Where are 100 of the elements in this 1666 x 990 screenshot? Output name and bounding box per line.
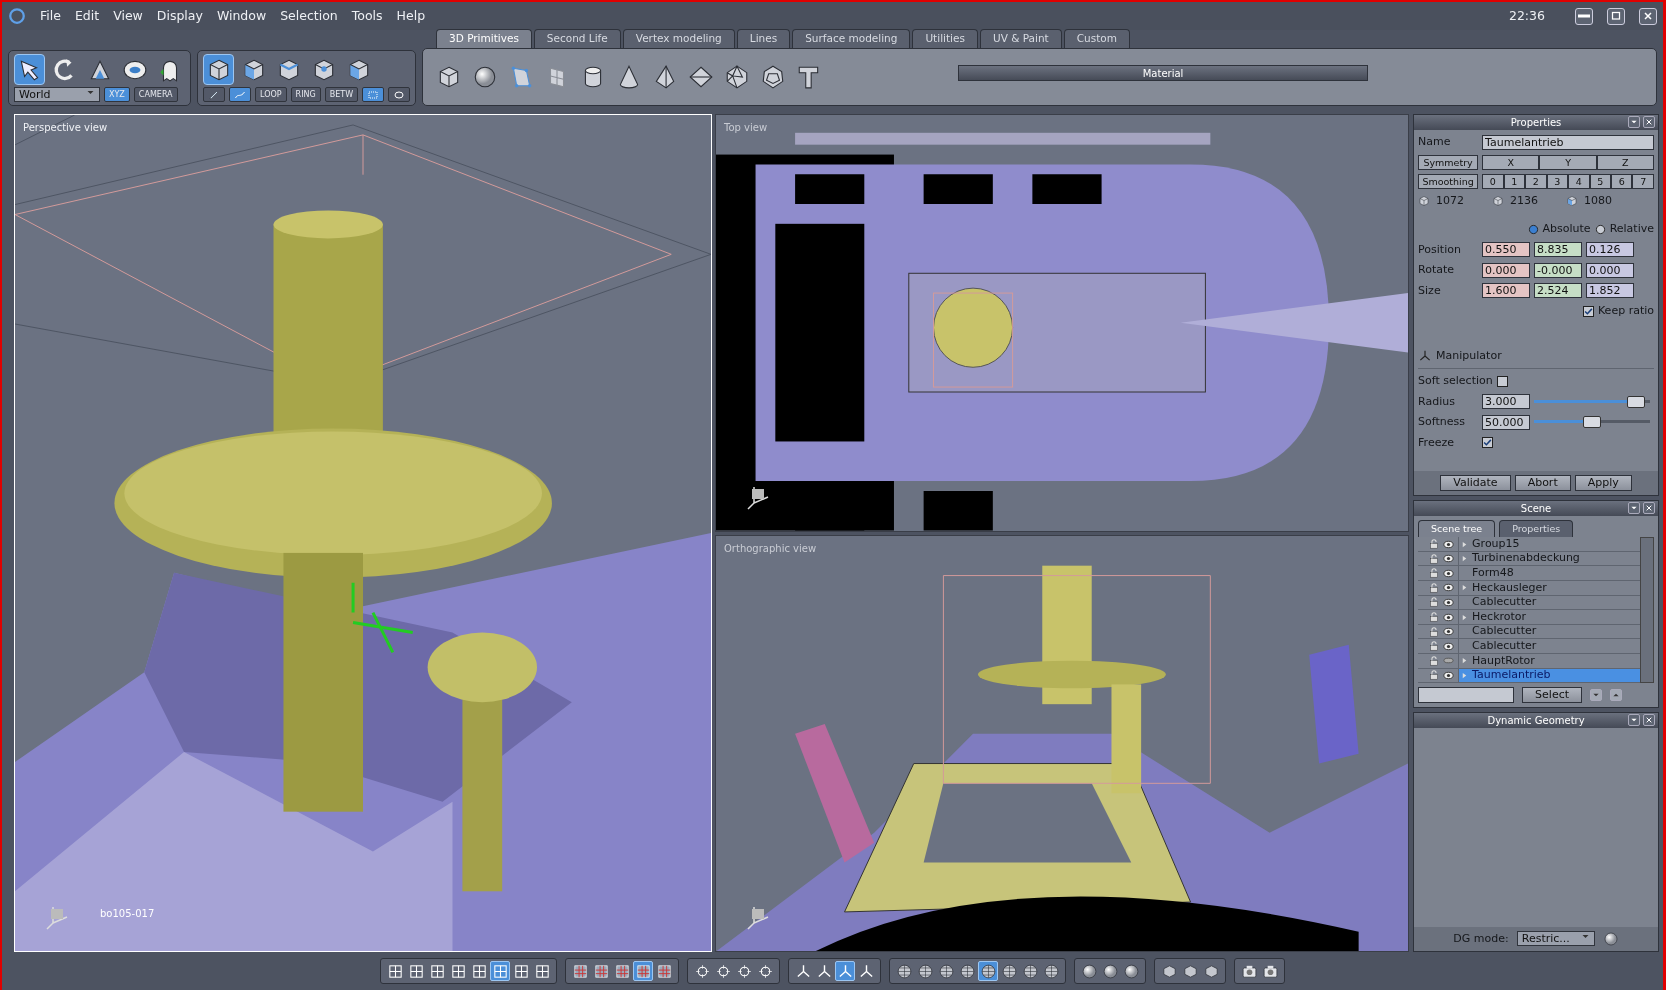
- scrollbar[interactable]: [1640, 537, 1654, 684]
- expand-arrow-icon[interactable]: [1461, 583, 1469, 593]
- lock-icon[interactable]: [1429, 568, 1440, 579]
- axis-button[interactable]: X: [1482, 154, 1540, 170]
- number-field[interactable]: 2.524: [1534, 283, 1583, 299]
- panel-tab[interactable]: Properties: [1499, 520, 1574, 538]
- number-field[interactable]: 3.000: [1482, 394, 1531, 410]
- maximize-button[interactable]: [1607, 7, 1625, 25]
- logo-icon[interactable]: [8, 7, 26, 25]
- action-button[interactable]: Abort: [1514, 475, 1571, 491]
- lock-icon[interactable]: [1429, 655, 1440, 666]
- number-field[interactable]: 0.126: [1586, 242, 1635, 258]
- eye-icon[interactable]: [1443, 640, 1455, 652]
- tree-row[interactable]: Heckrotor: [1418, 610, 1640, 625]
- eye-icon[interactable]: [1443, 611, 1455, 623]
- toolbar-tab[interactable]: Utilities: [912, 29, 978, 48]
- view-button[interactable]: [915, 961, 935, 981]
- number-field[interactable]: -0.000: [1534, 262, 1583, 278]
- close-button[interactable]: [1639, 7, 1657, 25]
- slider-thumb[interactable]: [1627, 395, 1646, 408]
- toolbar-tab[interactable]: UV & Paint: [979, 29, 1062, 48]
- expand-arrow-icon[interactable]: [1461, 539, 1469, 549]
- menu-item[interactable]: Edit: [74, 6, 100, 26]
- view-button[interactable]: [835, 961, 855, 981]
- view-button[interactable]: [490, 961, 510, 981]
- mode-button[interactable]: [362, 87, 385, 102]
- eye-icon[interactable]: [1443, 596, 1455, 608]
- lock-icon[interactable]: [1429, 670, 1440, 681]
- close-button[interactable]: [1643, 714, 1655, 727]
- collapse-button[interactable]: [1628, 502, 1640, 514]
- eye-icon[interactable]: [1443, 553, 1455, 565]
- menu-item[interactable]: Selection: [280, 6, 338, 26]
- eye-icon[interactable]: [1443, 626, 1455, 638]
- view-button[interactable]: [978, 961, 998, 981]
- tree-row[interactable]: Cablecutter: [1418, 624, 1640, 640]
- menu-item[interactable]: View: [113, 6, 143, 26]
- toolbar-tab[interactable]: Custom: [1063, 29, 1130, 48]
- collapse-button[interactable]: [1628, 714, 1640, 727]
- lock-icon[interactable]: [1429, 553, 1440, 564]
- view-button[interactable]: [894, 961, 914, 981]
- eye-icon[interactable]: [1443, 567, 1455, 579]
- axis-button[interactable]: Z: [1596, 154, 1654, 170]
- smoothing-level-button[interactable]: 4: [1568, 173, 1590, 189]
- number-field[interactable]: 0.550: [1482, 242, 1531, 258]
- number-field[interactable]: 0.000: [1586, 262, 1635, 278]
- tree-row[interactable]: Heckausleger: [1418, 581, 1640, 596]
- panel-tab[interactable]: Scene tree: [1418, 520, 1496, 538]
- radio-button[interactable]: [1594, 223, 1606, 235]
- select-button[interactable]: Select: [1522, 687, 1582, 704]
- number-field[interactable]: 8.835: [1534, 242, 1583, 258]
- minimize-button[interactable]: [1575, 7, 1593, 25]
- lock-icon[interactable]: [1429, 612, 1440, 622]
- menu-item[interactable]: Window: [216, 6, 267, 26]
- tree-row[interactable]: Cablecutter: [1418, 595, 1640, 611]
- tool-button[interactable]: [14, 54, 45, 85]
- smoothing-level-button[interactable]: 7: [1632, 173, 1654, 189]
- toggle-button[interactable]: Symmetry: [1418, 154, 1479, 170]
- material-bar[interactable]: Material: [958, 65, 1369, 81]
- mode-button[interactable]: LOOP: [255, 87, 287, 102]
- number-field[interactable]: 0.000: [1482, 262, 1531, 278]
- smoothing-level-button[interactable]: 3: [1546, 173, 1568, 189]
- search-field[interactable]: [1418, 687, 1515, 704]
- mode-button[interactable]: [388, 87, 411, 102]
- tree-row[interactable]: Turbinenabdeckung: [1418, 551, 1640, 567]
- checkbox[interactable]: [1496, 375, 1508, 387]
- action-button[interactable]: Validate: [1440, 475, 1511, 491]
- slider-thumb[interactable]: [1583, 416, 1602, 429]
- view-button[interactable]: [957, 961, 977, 981]
- smoothing-level-button[interactable]: 6: [1611, 173, 1633, 189]
- toolbar-tab[interactable]: Vertex modeling: [622, 29, 735, 48]
- tool-button[interactable]: [203, 54, 234, 85]
- lock-icon[interactable]: [1429, 597, 1440, 608]
- number-field[interactable]: 1.852: [1586, 283, 1635, 299]
- smoothing-level-button[interactable]: 0: [1482, 173, 1504, 189]
- number-field[interactable]: 50.000: [1482, 414, 1531, 430]
- menu-item[interactable]: Tools: [351, 6, 383, 26]
- menu-item[interactable]: Help: [396, 6, 426, 26]
- sphere-icon[interactable]: [1602, 930, 1619, 947]
- lock-icon[interactable]: [1429, 582, 1440, 593]
- toolbar-tab[interactable]: Lines: [736, 29, 791, 48]
- move-down-button[interactable]: [1590, 689, 1602, 702]
- toolbar-tab[interactable]: Second Life: [533, 29, 621, 48]
- axis-button[interactable]: Y: [1539, 154, 1597, 170]
- tree-row[interactable]: HauptRotor: [1418, 654, 1640, 669]
- toolbar-tab[interactable]: Surface modeling: [792, 29, 911, 48]
- collapse-button[interactable]: [1628, 116, 1640, 128]
- smoothing-level-button[interactable]: 1: [1503, 173, 1526, 189]
- view-button[interactable]: [999, 961, 1019, 981]
- smoothing-level-button[interactable]: 2: [1525, 173, 1547, 189]
- menu-item[interactable]: Display: [156, 6, 203, 26]
- space-dropdown[interactable]: World: [14, 87, 100, 102]
- expand-arrow-icon[interactable]: [1461, 554, 1469, 564]
- action-button[interactable]: Apply: [1574, 475, 1632, 491]
- lock-icon[interactable]: [1429, 626, 1440, 637]
- lock-icon[interactable]: [1429, 641, 1440, 652]
- view-button[interactable]: [633, 961, 653, 981]
- mode-dropdown[interactable]: Restric...: [1516, 931, 1595, 947]
- eye-icon[interactable]: [1443, 538, 1455, 550]
- move-up-button[interactable]: [1610, 689, 1622, 702]
- close-button[interactable]: [1643, 502, 1655, 514]
